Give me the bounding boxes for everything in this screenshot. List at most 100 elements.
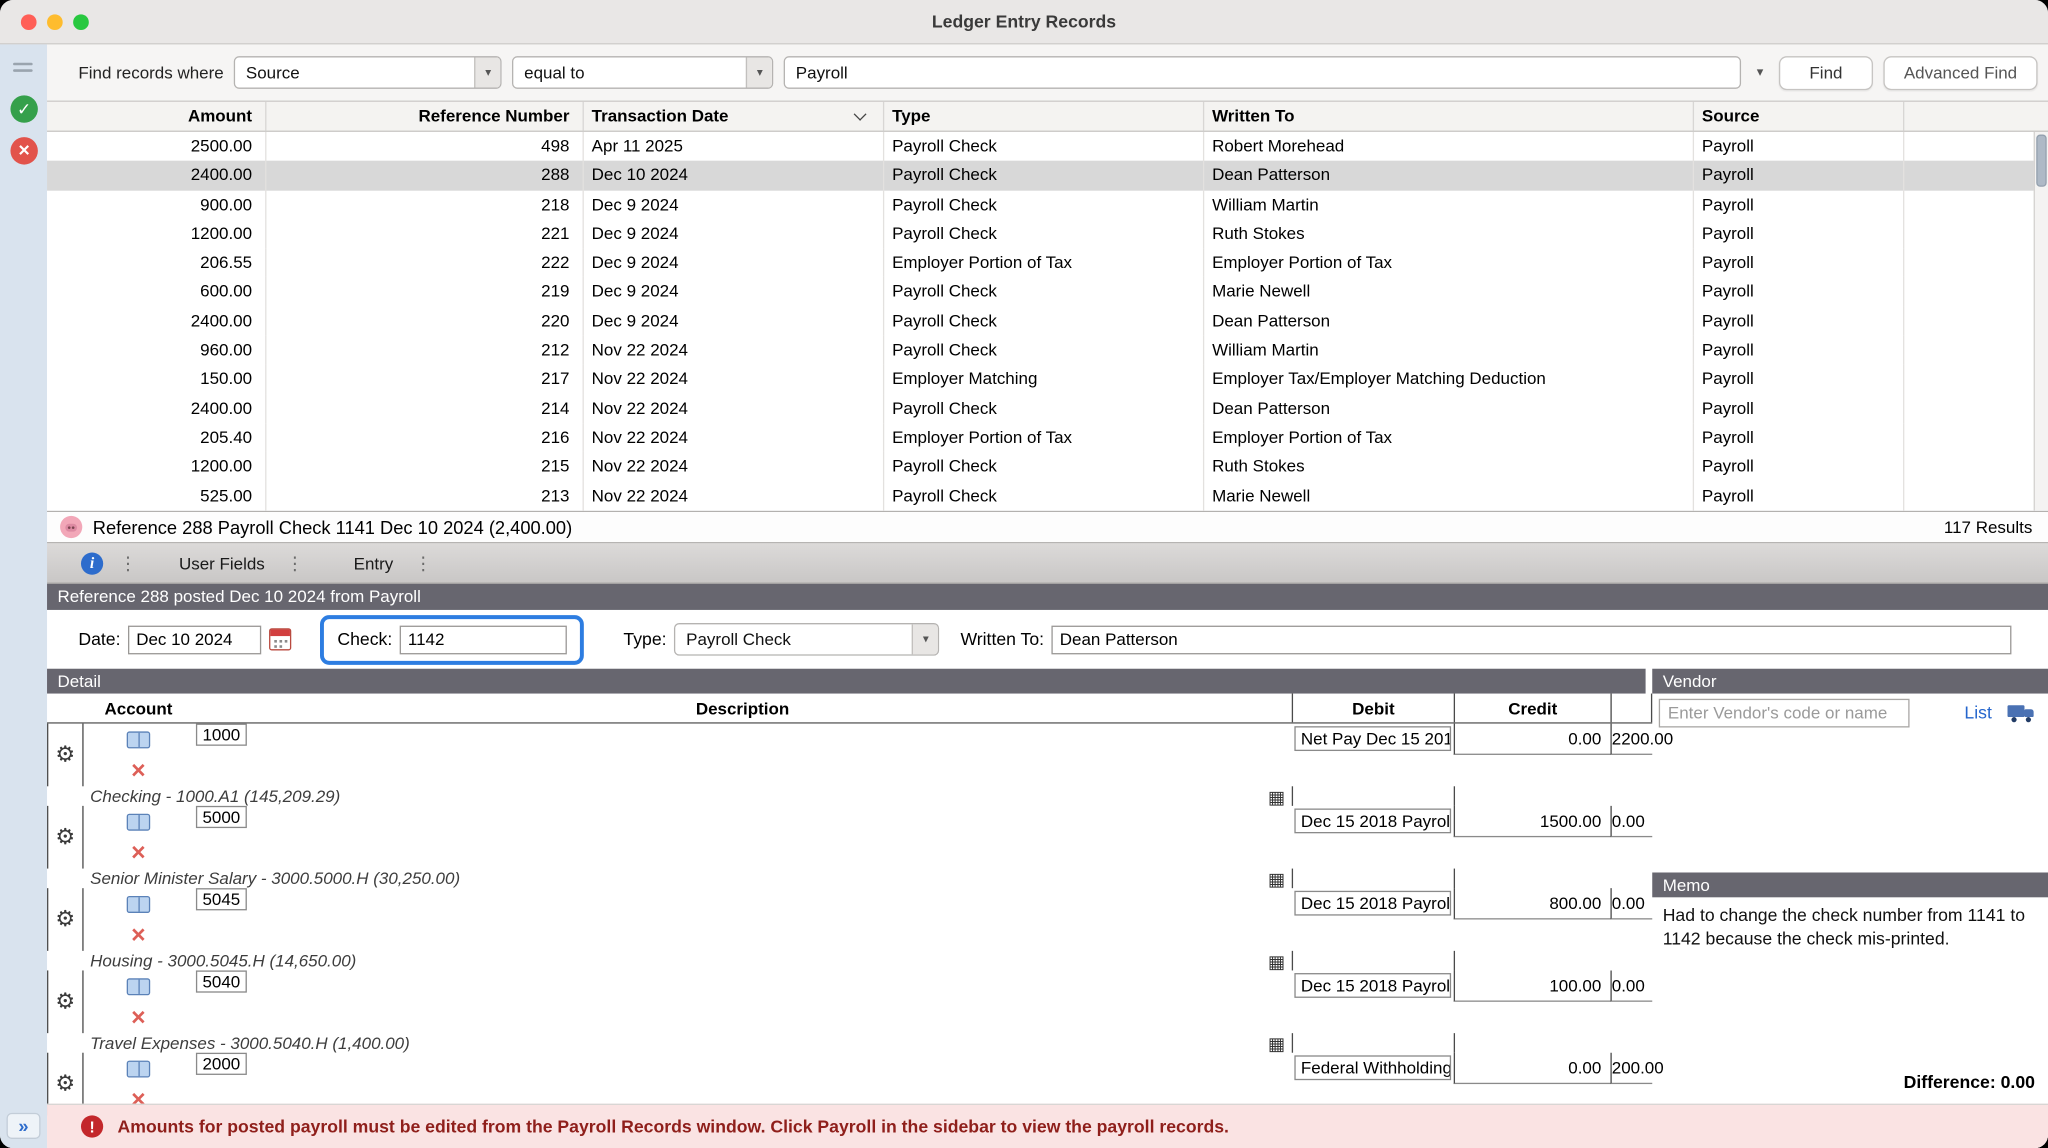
vendor-truck-icon[interactable] [2008,703,2037,721]
overflow-dots-icon[interactable]: ⋮ [286,552,304,574]
memo-text[interactable]: Had to change the check number from 1141… [1652,897,2048,956]
overflow-dots-icon[interactable]: ⋮ [119,552,137,574]
debit-cell[interactable]: 0.00 [1454,1053,1611,1084]
detail-line-item: 1000 Net Pay Dec 15 2018 0.00 2200.00 ⚙ … [47,724,1652,806]
table-row[interactable]: 150.00 217 Nov 22 2024 Employer Matching… [47,365,2048,394]
advanced-find-button[interactable]: Advanced Find [1883,56,2037,90]
row-settings-gear-icon[interactable]: ⚙ [47,806,84,869]
results-scrollbar[interactable] [2034,132,2048,511]
table-row[interactable]: 900.00 218 Dec 9 2024 Payroll Check Will… [47,190,2048,219]
find-value-input[interactable] [784,56,1741,89]
expand-sidebar-button[interactable]: » [7,1113,41,1139]
description-field[interactable]: Dec 15 2018 Payroll: Housing [1294,891,1451,916]
vendor-list-link[interactable]: List [1964,703,1991,723]
vendor-panel: List Memo Had to change the check number… [1652,694,2048,1099]
ledger-book-icon[interactable] [84,888,194,919]
table-row[interactable]: 2400.00 214 Nov 22 2024 Payroll Check De… [47,394,2048,423]
account-number-field[interactable]: 5040 [196,970,247,992]
account-number-field[interactable]: 2000 [196,1053,247,1075]
column-header-reference[interactable]: Reference Number [266,102,583,131]
description-field[interactable]: Federal Withholding Dec 15 2018 [1294,1055,1451,1080]
find-field-select[interactable]: Source ▾ [234,56,502,89]
cell-date: Nov 22 2024 [584,394,884,423]
table-row[interactable]: 2500.00 498 Apr 11 2025 Payroll Check Ro… [47,132,2048,161]
cell-type: Payroll Check [884,307,1204,336]
table-row[interactable]: 205.40 216 Nov 22 2024 Employer Portion … [47,423,2048,452]
find-operator-select[interactable]: equal to ▾ [512,56,773,89]
type-select[interactable]: Payroll Check ▾ [674,623,939,656]
date-field[interactable] [128,625,261,654]
table-row[interactable]: 1200.00 215 Nov 22 2024 Payroll Check Ru… [47,452,2048,481]
credit-cell[interactable]: 0.00 [1610,970,1652,1001]
tab-user-fields[interactable]: User Fields [174,553,270,573]
account-number-field[interactable]: 5045 [196,888,247,910]
debit-cell[interactable]: 1500.00 [1454,806,1611,837]
cell-reference: 222 [266,248,583,277]
vendor-section-header: Vendor [1652,669,2048,694]
tab-bar: i ⋮ User Fields ⋮ Entry ⋮ [47,543,2048,583]
row-settings-gear-icon[interactable]: ⚙ [47,888,84,951]
delete-row-icon[interactable]: × [84,837,194,868]
sort-indicator-icon [854,108,867,121]
delete-row-icon[interactable]: × [84,920,194,951]
column-header-amount[interactable]: Amount [47,102,266,131]
table-row[interactable]: 960.00 212 Nov 22 2024 Payroll Check Wil… [47,336,2048,365]
vendor-search-input[interactable] [1659,698,1910,727]
drag-handle-icon[interactable] [13,63,33,76]
debit-cell[interactable]: 0.00 [1454,724,1611,755]
ledger-book-icon[interactable] [84,970,194,1001]
cell-reference: 213 [266,481,583,510]
written-to-field[interactable] [1052,625,2012,654]
column-header-source[interactable]: Source [1694,102,1904,131]
credit-cell[interactable]: 0.00 [1610,888,1652,919]
ledger-book-icon[interactable] [84,806,194,837]
overflow-dots-icon[interactable]: ⋮ [414,552,432,574]
omit-record-icon[interactable]: × [10,137,37,164]
calendar-icon[interactable] [269,628,291,650]
alert-bar: ! Amounts for posted payroll must be edi… [47,1104,2048,1148]
cell-source: Payroll [1694,278,1904,307]
calculator-icon[interactable]: ▦ [1268,1034,1285,1052]
table-row[interactable]: 2400.00 220 Dec 9 2024 Payroll Check Dea… [47,307,2048,336]
column-header-type[interactable]: Type [884,102,1204,131]
debit-cell[interactable]: 800.00 [1454,888,1611,919]
debit-cell[interactable]: 100.00 [1454,970,1611,1001]
check-number-field[interactable] [400,625,567,654]
ledger-book-icon[interactable] [84,1053,194,1084]
table-row[interactable]: 206.55 222 Dec 9 2024 Employer Portion o… [47,248,2048,277]
table-row[interactable]: 2400.00 288 Dec 10 2024 Payroll Check De… [47,161,2048,190]
title-bar: Ledger Entry Records [0,0,2048,44]
delete-row-icon[interactable]: × [84,1002,194,1033]
calculator-icon[interactable]: ▦ [1268,952,1285,970]
cell-amount: 205.40 [47,423,266,452]
calculator-icon[interactable]: ▦ [1268,787,1285,805]
find-button[interactable]: Find [1779,56,1873,90]
credit-cell[interactable]: 2200.00 [1610,724,1652,755]
account-number-field[interactable]: 5000 [196,806,247,828]
credit-cell[interactable]: 0.00 [1610,806,1652,837]
delete-row-icon[interactable]: × [84,755,194,786]
account-number-field[interactable]: 1000 [196,724,247,746]
column-header-date[interactable]: Transaction Date [584,102,884,131]
tab-entry[interactable]: Entry [348,553,398,573]
credit-cell[interactable]: 200.00 [1610,1053,1652,1084]
cell-date: Dec 10 2024 [584,161,884,190]
record-status-bar: Reference 288 Payroll Check 1141 Dec 10 … [47,511,2048,544]
scrollbar-thumb[interactable] [2036,135,2046,187]
calculator-icon[interactable]: ▦ [1268,869,1285,887]
cell-type: Payroll Check [884,452,1204,481]
table-row[interactable]: 600.00 219 Dec 9 2024 Payroll Check Mari… [47,278,2048,307]
account-detail-text: Travel Expenses - 3000.5040.H (1,400.00) [90,1033,410,1053]
row-settings-gear-icon[interactable]: ⚙ [47,724,84,787]
table-row[interactable]: 525.00 213 Nov 22 2024 Payroll Check Mar… [47,481,2048,510]
description-field[interactable]: Dec 15 2018 Payroll: Travel [1294,973,1451,998]
ledger-book-icon[interactable] [84,724,194,755]
description-field[interactable]: Net Pay Dec 15 2018 [1294,726,1451,751]
include-record-icon[interactable]: ✓ [10,95,37,122]
column-header-written-to[interactable]: Written To [1204,102,1694,131]
info-icon[interactable]: i [81,552,103,574]
table-row[interactable]: 1200.00 221 Dec 9 2024 Payroll Check Rut… [47,219,2048,248]
saved-finds-menu-icon[interactable]: ▾ [1751,65,1768,79]
description-field[interactable]: Dec 15 2018 Payroll: Pastor's Salary [1294,808,1451,833]
row-settings-gear-icon[interactable]: ⚙ [47,970,84,1033]
